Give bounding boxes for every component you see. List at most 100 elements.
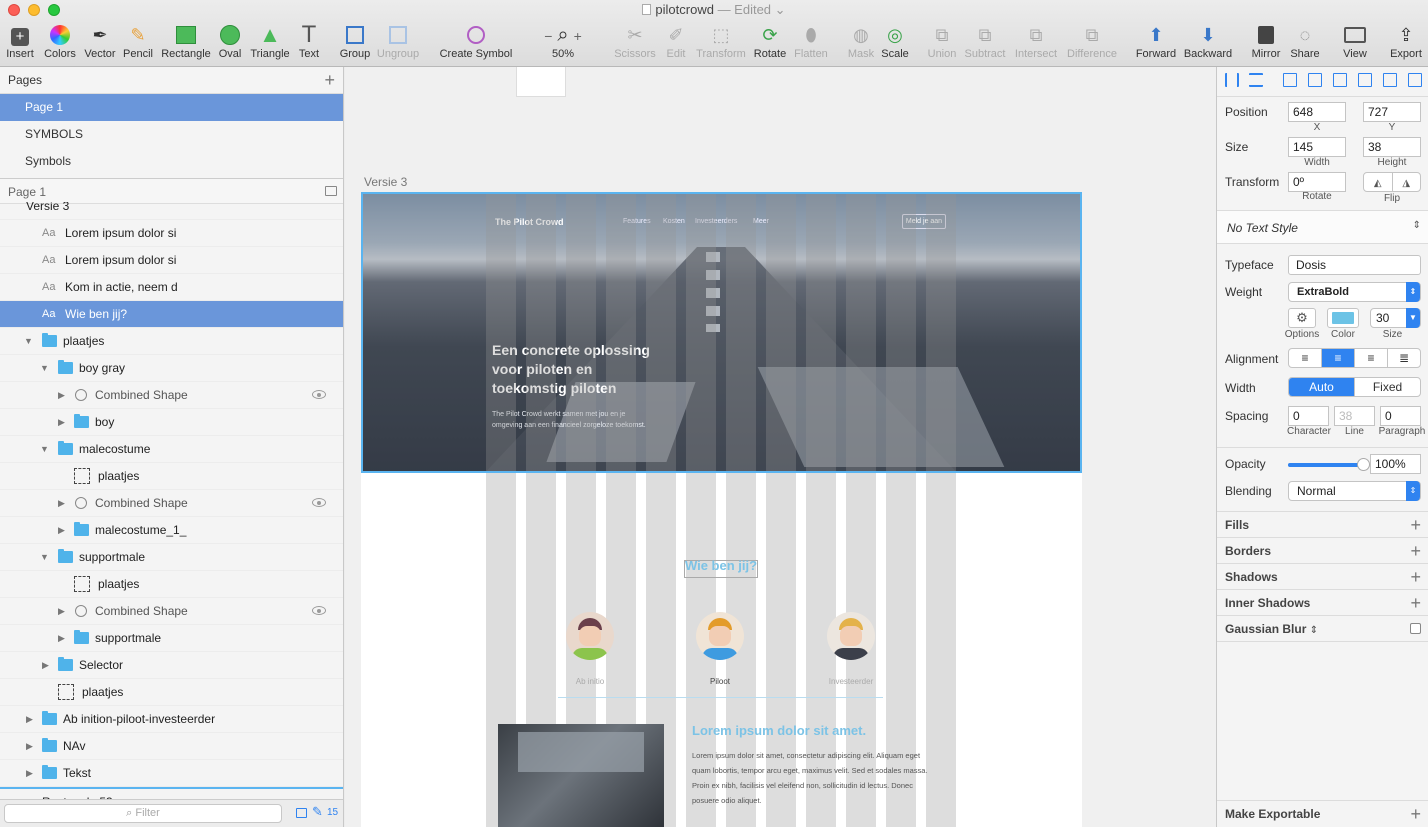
- layer-row[interactable]: Aa Wie ben jij?: [0, 301, 343, 328]
- scale-button[interactable]: ◎ Scale: [880, 22, 910, 64]
- lorem-body[interactable]: Lorem ipsum dolor sit amet, consectetur …: [692, 748, 932, 808]
- character-spacing-input[interactable]: 0: [1288, 406, 1329, 426]
- zoom-out-button[interactable]: −: [544, 28, 552, 44]
- gaussian-blur-section[interactable]: Gaussian Blur ⇕: [1217, 615, 1428, 641]
- text-button[interactable]: T Text: [294, 22, 324, 64]
- layer-row[interactable]: ▶ boy: [0, 409, 343, 436]
- nav-link-investeerders[interactable]: Investeerders: [695, 218, 737, 225]
- borders-section[interactable]: Borders +: [1217, 537, 1428, 563]
- avatar-ab-initio[interactable]: [566, 612, 614, 660]
- disclosure-closed-icon[interactable]: ▶: [58, 517, 65, 544]
- text-color-button[interactable]: [1327, 308, 1359, 328]
- mirror-button[interactable]: Mirror: [1248, 22, 1284, 64]
- disclosure-closed-icon[interactable]: ▶: [42, 652, 49, 679]
- layer-row[interactable]: ▶ NAv: [0, 733, 343, 760]
- layer-row[interactable]: ▼ boy gray: [0, 355, 343, 382]
- add-export-button[interactable]: +: [1410, 801, 1421, 827]
- layer-row[interactable]: ▶ Combined Shape: [0, 490, 343, 517]
- disclosure-open-icon[interactable]: ▼: [24, 328, 33, 355]
- role-label-ab-initio[interactable]: Ab initio: [550, 677, 630, 686]
- pencil-button[interactable]: ✎ Pencil: [120, 22, 156, 64]
- artboard-versie-3[interactable]: The Pilot Crowd Features Kosten Investee…: [361, 192, 1082, 827]
- mask-button[interactable]: ◍ Mask: [846, 22, 876, 64]
- disclosure-closed-icon[interactable]: ▶: [58, 490, 65, 517]
- typeface-input[interactable]: Dosis: [1288, 255, 1421, 275]
- disclosure-open-icon[interactable]: ▼: [40, 436, 49, 463]
- filter-input[interactable]: ⌕ Filter: [4, 804, 282, 823]
- nav-link-meer[interactable]: Meer: [753, 218, 769, 225]
- make-exportable-section[interactable]: Make Exportable +: [1217, 800, 1428, 826]
- flip-horizontal-button[interactable]: ◭: [1364, 173, 1393, 191]
- layer-row[interactable]: ▶ Combined Shape: [0, 598, 343, 625]
- eye-icon[interactable]: [312, 606, 326, 615]
- position-y-input[interactable]: 727: [1363, 102, 1421, 122]
- layer-row[interactable]: plaatjes: [0, 571, 343, 598]
- difference-button[interactable]: ⧉ Difference: [1064, 22, 1120, 64]
- page-item-page-1[interactable]: Page 1: [0, 94, 343, 121]
- add-inner-shadow-button[interactable]: +: [1410, 590, 1421, 616]
- paragraph-spacing-input[interactable]: 0: [1380, 406, 1421, 426]
- layer-row[interactable]: Rectangle 53: [0, 787, 343, 799]
- insert-button[interactable]: + Insert: [4, 22, 36, 64]
- page-item-symbols[interactable]: Symbols: [0, 148, 343, 175]
- oval-button[interactable]: Oval: [214, 22, 246, 64]
- forward-button[interactable]: ⬆ Forward: [1134, 22, 1178, 64]
- line-spacing-input[interactable]: 38: [1334, 406, 1375, 426]
- align-middle-v-icon[interactable]: [1383, 73, 1397, 87]
- layer-row[interactable]: ▼ malecostume: [0, 436, 343, 463]
- disclosure-closed-icon[interactable]: ▶: [58, 409, 65, 436]
- eye-icon[interactable]: [312, 390, 326, 399]
- align-left-icon[interactable]: [1283, 73, 1297, 87]
- layer-row[interactable]: ▶ Selector: [0, 652, 343, 679]
- eye-icon[interactable]: [312, 498, 326, 507]
- position-x-input[interactable]: 648: [1288, 102, 1346, 122]
- layer-row[interactable]: ▶ Tekst: [0, 760, 343, 787]
- rectangle-button[interactable]: Rectangle: [160, 22, 212, 64]
- layer-row[interactable]: ▶ Ab inition-piloot-investeerder: [0, 706, 343, 733]
- create-symbol-button[interactable]: Create Symbol: [436, 22, 516, 64]
- disclosure-closed-icon[interactable]: ▶: [26, 760, 33, 787]
- transform-button[interactable]: ⬚ Transform: [694, 22, 748, 64]
- weight-select[interactable]: ExtraBold ⇕: [1288, 282, 1421, 302]
- layer-row[interactable]: ▶ Combined Shape: [0, 382, 343, 409]
- gaussian-blur-checkbox[interactable]: [1410, 623, 1421, 634]
- inner-shadows-section[interactable]: Inner Shadows +: [1217, 589, 1428, 615]
- fills-section[interactable]: Fills +: [1217, 511, 1428, 537]
- nav-cta-button[interactable]: Meld je aan: [902, 214, 946, 229]
- align-text-center-button[interactable]: ≡: [1322, 349, 1355, 367]
- canvas[interactable]: Versie 3 The Pilot Crowd Features Kosten…: [345, 67, 1216, 827]
- layer-row[interactable]: Versie 3: [0, 202, 343, 220]
- triangle-button[interactable]: ▲ Triangle: [248, 22, 292, 64]
- section-title[interactable]: Wie ben jij?: [684, 558, 758, 573]
- layer-row[interactable]: Aa Lorem ipsum dolor si: [0, 220, 343, 247]
- disclosure-closed-icon[interactable]: ▶: [58, 382, 65, 409]
- shadows-section[interactable]: Shadows +: [1217, 563, 1428, 589]
- height-input[interactable]: 38: [1363, 137, 1421, 157]
- distribute-horizontal-icon[interactable]: [1225, 73, 1239, 87]
- flatten-button[interactable]: ⬮ Flatten: [792, 22, 830, 64]
- group-button[interactable]: Group: [338, 22, 372, 64]
- subtract-button[interactable]: ⧉ Subtract: [962, 22, 1008, 64]
- avatar-investeerder[interactable]: [827, 612, 875, 660]
- nav-link-features[interactable]: Features: [623, 218, 651, 225]
- avatar-piloot[interactable]: [696, 612, 744, 660]
- view-button[interactable]: View: [1334, 22, 1376, 64]
- title-dropdown-icon[interactable]: ⌄: [775, 2, 786, 17]
- width-fixed-button[interactable]: Fixed: [1355, 378, 1420, 396]
- distribute-vertical-icon[interactable]: [1249, 73, 1263, 87]
- align-bottom-icon[interactable]: [1408, 73, 1422, 87]
- rotate-button[interactable]: ⟳ Rotate: [752, 22, 788, 64]
- slice-filter-icon[interactable]: ✎: [312, 804, 323, 820]
- export-button[interactable]: ⇪ Export: [1386, 22, 1426, 64]
- add-shadow-button[interactable]: +: [1410, 564, 1421, 590]
- align-text-justify-button[interactable]: ≣: [1388, 349, 1420, 367]
- share-button[interactable]: ◌ Share: [1288, 22, 1322, 64]
- small-artboard[interactable]: [516, 67, 566, 97]
- artboard-label[interactable]: Versie 3: [364, 175, 407, 189]
- backward-button[interactable]: ⬇ Backward: [1182, 22, 1234, 64]
- lorem-title[interactable]: Lorem ipsum dolor sit amet.: [692, 723, 866, 738]
- intersect-button[interactable]: ⧉ Intersect: [1012, 22, 1060, 64]
- nav-brand[interactable]: The Pilot Crowd: [495, 217, 564, 227]
- add-fill-button[interactable]: +: [1410, 512, 1421, 538]
- chevron-updown-icon[interactable]: ⇕: [1310, 625, 1318, 636]
